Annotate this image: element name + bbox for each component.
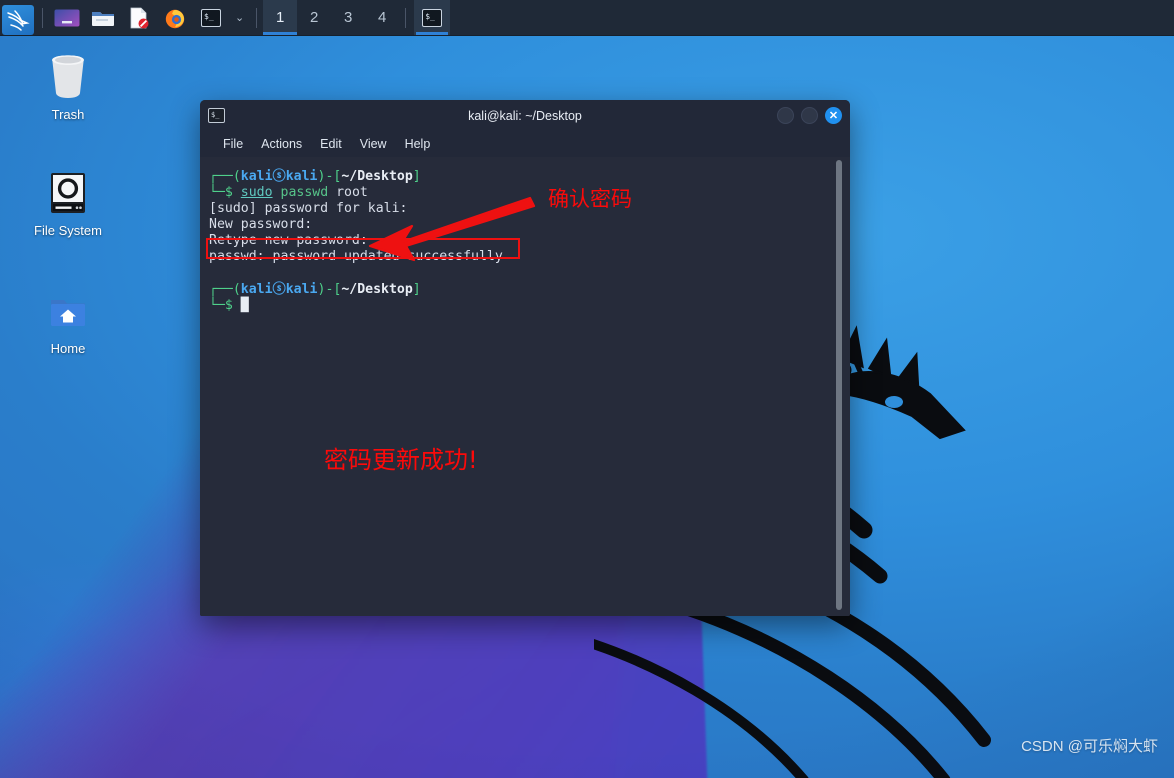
taskbar-separator-3	[405, 7, 407, 28]
output-line-retype-password: Retype new password:	[209, 233, 368, 249]
terminal-output: ┌──(kaliⓢkali)-[~/Desktop] └─$ sudo pass…	[209, 169, 503, 313]
desktop-icon-label-file-system: File System	[34, 223, 102, 238]
output-line-new-password: New password:	[209, 217, 313, 233]
maximize-button[interactable]	[801, 107, 818, 124]
desktop-icon-label-home: Home	[50, 341, 86, 356]
workspace-3[interactable]: 3	[331, 0, 365, 35]
taskbar-separator-2	[256, 7, 258, 28]
chevron-down-icon[interactable]: ⌄	[229, 0, 250, 35]
close-button[interactable]: ✕	[825, 107, 842, 124]
desktop-icon-trash[interactable]: Trash	[16, 52, 120, 122]
file-manager-icon[interactable]	[85, 0, 121, 36]
home-folder-icon	[51, 300, 85, 326]
terminal-window[interactable]: $_ kali@kali: ~/Desktop ✕ File Actions E…	[200, 100, 850, 616]
prompt2-path: ~/Desktop	[341, 281, 413, 297]
command-sudo: sudo	[240, 185, 273, 201]
prompt2-symbol: $	[224, 297, 233, 313]
menu-item-file[interactable]: File	[214, 137, 252, 151]
prompt-at-icon: ⓢ	[272, 169, 286, 184]
minimize-button[interactable]	[777, 107, 794, 124]
terminal-title: kali@kali: ~/Desktop	[468, 108, 582, 123]
terminal-cursor: █	[240, 297, 249, 313]
menu-item-edit[interactable]: Edit	[311, 137, 351, 151]
terminal-scrollbar[interactable]	[836, 160, 842, 610]
terminal-body[interactable]: ┌──(kaliⓢkali)-[~/Desktop] └─$ sudo pass…	[200, 157, 850, 616]
desktop: $_ ⌄ 1 2 3 4 $_ Trash File System Home $…	[0, 0, 1174, 778]
menu-item-actions[interactable]: Actions	[252, 137, 311, 151]
terminal-window-glyph: $_	[422, 8, 443, 27]
prompt2-corner-bottom: └─	[209, 297, 225, 313]
applications-menu-button[interactable]	[0, 0, 36, 36]
app-finder-icon[interactable]	[49, 0, 85, 36]
menu-item-help[interactable]: Help	[396, 137, 440, 151]
taskbar: $_ ⌄ 1 2 3 4 $_	[0, 0, 1174, 36]
workspace-2[interactable]: 2	[297, 0, 331, 35]
desktop-icon-file-system[interactable]: File System	[16, 170, 120, 238]
text-editor-icon[interactable]	[121, 0, 157, 36]
trash-icon	[52, 55, 84, 98]
desktop-icon-home[interactable]: Home	[16, 296, 120, 356]
terminal-titlebar[interactable]: $_ kali@kali: ~/Desktop ✕	[200, 100, 850, 131]
prompt-user: kali	[240, 169, 273, 184]
file-system-icon	[51, 173, 85, 213]
prompt-corner-bottom: └─	[209, 185, 225, 201]
terminal-window-icon: $_	[208, 108, 225, 123]
window-controls: ✕	[777, 107, 842, 124]
prompt-corner-top: ┌──	[209, 169, 233, 184]
kali-dragon-icon	[2, 4, 34, 35]
prompt2-corner-top: ┌──	[209, 281, 233, 297]
prompt-path: ~/Desktop	[341, 169, 413, 184]
output-line-success: passwd: password updated successfully	[209, 249, 503, 265]
prompt-host: kali	[285, 169, 318, 184]
firefox-icon[interactable]	[157, 0, 193, 36]
desktop-icon-label-trash: Trash	[51, 107, 85, 122]
workspace-4[interactable]: 4	[365, 0, 399, 35]
watermark: CSDN @可乐焖大虾	[1021, 738, 1158, 755]
prompt2-user: kali	[240, 281, 273, 297]
taskbar-separator	[42, 7, 43, 28]
prompt-symbol: $	[224, 185, 233, 201]
command-passwd: passwd	[280, 185, 329, 201]
terminal-menubar: File Actions Edit View Help	[200, 131, 850, 157]
prompt2-host: kali	[285, 281, 318, 297]
output-line-sudo-prompt: [sudo] password for kali:	[209, 201, 408, 217]
prompt2-at-icon: ⓢ	[272, 281, 286, 297]
terminal-glyph: $_	[201, 9, 221, 27]
workspace-1[interactable]: 1	[263, 0, 298, 35]
terminal-icon[interactable]: $_	[193, 0, 229, 36]
terminal-window-button[interactable]: $_	[414, 0, 451, 35]
command-arg: root	[336, 185, 368, 201]
menu-item-view[interactable]: View	[351, 137, 396, 151]
annotation-confirm-password: 确认密码	[548, 187, 632, 211]
annotation-password-updated: 密码更新成功!	[324, 446, 478, 474]
